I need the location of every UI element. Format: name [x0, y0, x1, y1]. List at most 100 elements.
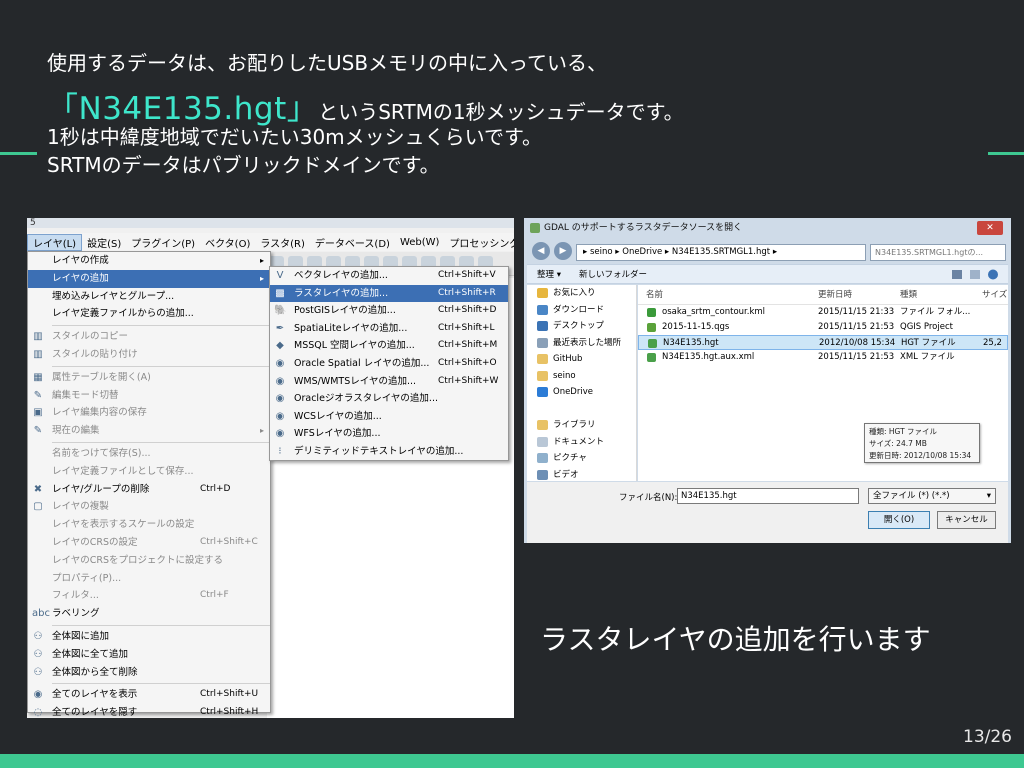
menu-item[interactable]: レイヤの作成 ▸ [28, 252, 270, 270]
menu-item[interactable]: ◉ WMS/WMTSレイヤの追加... Ctrl+Shift+W [270, 373, 508, 391]
nav-item[interactable]: ダウンロード [527, 302, 636, 319]
file-list-header: 名前 更新日時 種類 サイズ [638, 285, 1008, 305]
menu-item[interactable]: レイヤの追加 ▸ [28, 269, 270, 288]
address-row: ◀ ▶ ▸ seino ▸ OneDrive ▸ N34E135.SRTMGL1… [530, 242, 1006, 264]
menu-item[interactable]: 埋め込みレイヤとグループ... [28, 288, 270, 306]
menu-item[interactable]: ◉ Oracle Spatial レイヤの追加... Ctrl+Shift+O [270, 355, 508, 373]
menu-item[interactable]: ◉ 全てのレイヤを表示 Ctrl+Shift+U [28, 686, 270, 704]
menu-item[interactable]: ✎ 現在の編集 ▸ [28, 422, 270, 440]
menu-item[interactable]: ⁝ デリミティッドテキストレイヤの追加... [270, 443, 508, 461]
file-type: HGT ファイル [901, 338, 956, 348]
nav-item[interactable]: ビデオ [527, 467, 636, 484]
nav-item-label: ライブラリ [553, 420, 596, 430]
menu-item[interactable]: ▩ ラスタレイヤの追加... Ctrl+Shift+R [270, 284, 508, 303]
menu-item[interactable]: ▣ レイヤ編集内容の保存 [28, 404, 270, 422]
menu-item[interactable]: ◉ WFSレイヤの追加... [270, 425, 508, 443]
folder-icon [537, 387, 548, 397]
menu-item[interactable]: ◆ MSSQL 空間レイヤの追加... Ctrl+Shift+M [270, 337, 508, 355]
view-options-icon[interactable] [950, 268, 1000, 281]
menu-item[interactable]: abc ラベリング [28, 605, 270, 623]
path-onedrive[interactable]: OneDrive [622, 247, 662, 257]
menu-item[interactable]: ✎ 編集モード切替 [28, 387, 270, 405]
menu-item-label: 名前をつけて保存(S)... [52, 447, 151, 459]
menu-item-label: スタイルのコピー [52, 331, 129, 343]
new-folder-button[interactable]: 新しいフォルダー [579, 268, 647, 280]
menu-item[interactable]: 名前をつけて保存(S)... [28, 445, 270, 463]
menu-item-label: 全体図から全て削除 [52, 666, 138, 678]
menu-item[interactable]: 🐘 PostGISレイヤの追加... Ctrl+Shift+D [270, 302, 508, 320]
column-type[interactable]: 種類 [900, 285, 917, 305]
menu-item[interactable]: フィルタ... Ctrl+F [28, 587, 270, 605]
filename-line: 「N34E135.hgt」というSRTMの1秒メッシュデータです。 [47, 83, 947, 127]
file-row[interactable]: N34E135.hgt 2012/10/08 15:34 HGT ファイル 25,2 [638, 335, 1008, 350]
file-row[interactable]: N34E135.hgt.aux.xml 2015/11/15 21:53 XML フ… [638, 350, 1008, 365]
menu-item[interactable]: レイヤ定義ファイルからの追加... [28, 305, 270, 323]
menubar-item[interactable]: プラグイン(P) [126, 235, 200, 250]
menu-item[interactable]: ✖ レイヤ/グループの削除 Ctrl+D [28, 481, 270, 499]
nav-item[interactable] [527, 401, 636, 418]
menu-item[interactable]: ◉ WCSレイヤの追加... [270, 408, 508, 426]
folder-icon [537, 354, 548, 364]
menubar-item[interactable]: Web(W) [395, 237, 445, 248]
menu-item-label: レイヤ定義ファイルとして保存... [52, 465, 194, 477]
menu-item[interactable]: ◉ Oracleジオラスタレイヤの追加... [270, 390, 508, 408]
menu-item[interactable]: レイヤ定義ファイルとして保存... [28, 463, 270, 481]
menu-item[interactable]: レイヤのCRSの設定 Ctrl+Shift+C [28, 534, 270, 552]
nav-item[interactable]: ライブラリ [527, 417, 636, 434]
menu-item-label: SpatiaLiteレイヤの追加... [294, 322, 408, 334]
menu-item[interactable]: レイヤのCRSをプロジェクトに設定する [28, 552, 270, 570]
menu-item[interactable]: ⚇ 全体図から全て削除 [28, 664, 270, 682]
search-input[interactable]: N34E135.SRTMGL1.hgtの... [870, 244, 1006, 261]
menubar-item[interactable]: ラスタ(R) [255, 235, 310, 250]
menu-item-icon: abc [32, 608, 50, 620]
menu-item[interactable]: ⚇ 全体図に全て追加 [28, 646, 270, 664]
menu-item[interactable]: ▢ レイヤの複製 [28, 498, 270, 516]
nav-item[interactable]: お気に入り [527, 285, 636, 302]
qgis-menubar: レイヤ(L) 設定(S) プラグイン(P) ベクタ(O) ラスタ(R) データベース(D)… [27, 233, 514, 251]
nav-item[interactable]: デスクトップ [527, 318, 636, 335]
menu-item[interactable]: ▥ スタイルの貼り付け [28, 346, 270, 364]
menubar-item[interactable]: 設定(S) [82, 235, 126, 250]
menu-item[interactable]: V ベクタレイヤの追加... Ctrl+Shift+V [270, 267, 508, 285]
path-seino[interactable]: seino [590, 247, 613, 257]
filetype-select[interactable]: 全ファイル (*) (*.*) ▾ [868, 488, 996, 504]
file-row[interactable]: osaka_srtm_contour.kml 2015/11/15 21:33 ファ… [638, 305, 1008, 320]
nav-item[interactable]: seino [527, 368, 636, 385]
menu-item[interactable]: ▥ スタイルのコピー [28, 328, 270, 346]
menu-item[interactable]: ⚇ 全体図に追加 [28, 628, 270, 646]
cancel-button[interactable]: キャンセル [937, 511, 996, 529]
folder-icon [537, 288, 548, 298]
menu-item-label: レイヤのCRSの設定 [52, 536, 138, 548]
open-button[interactable]: 開く(O) [868, 511, 930, 529]
path-folder[interactable]: N34E135.SRTMGL1.hgt [672, 247, 770, 257]
close-button[interactable]: ✕ [977, 221, 1003, 235]
nav-item[interactable]: OneDrive [527, 384, 636, 401]
file-row[interactable]: 2015-11-15.qgs 2015/11/15 21:53 QGIS Proje… [638, 320, 1008, 335]
menu-item[interactable]: ✒ SpatiaLiteレイヤの追加... Ctrl+Shift+L [270, 320, 508, 338]
menubar-item[interactable]: データベース(D) [310, 235, 395, 250]
column-date[interactable]: 更新日時 [818, 285, 852, 305]
menu-item[interactable]: ▦ 属性テーブルを開く(A) [28, 369, 270, 387]
column-size[interactable]: サイズ [982, 285, 1007, 305]
nav-item[interactable]: GitHub [527, 351, 636, 368]
menu-item-icon: ⚇ [33, 666, 43, 678]
forward-arrow-icon[interactable]: ▶ [554, 242, 572, 260]
file-icon [647, 353, 656, 362]
file-type: XML ファイル [900, 352, 955, 362]
menubar-item[interactable]: レイヤ(L) [27, 233, 83, 251]
nav-item[interactable]: ピクチャ [527, 450, 636, 467]
address-bar[interactable]: ▸ seino ▸ OneDrive ▸ N34E135.SRTMGL1.hgt… [576, 244, 866, 261]
back-arrow-icon[interactable]: ◀ [532, 242, 550, 260]
menu-item-shortcut: Ctrl+Shift+L [438, 322, 495, 333]
menu-item-icon [32, 273, 44, 285]
organize-button[interactable]: 整理 ▾ [537, 268, 561, 280]
menubar-item[interactable]: ベクタ(O) [200, 235, 255, 250]
nav-item[interactable]: ドキュメント [527, 434, 636, 451]
menubar-item[interactable]: プロセッシング(C) [444, 235, 514, 250]
menu-item[interactable]: レイヤを表示するスケールの設定 [28, 516, 270, 534]
menu-item[interactable]: ◌ 全てのレイヤを隠す Ctrl+Shift+H [28, 704, 270, 718]
filename-input[interactable]: N34E135.hgt [677, 488, 859, 504]
nav-item[interactable]: 最近表示した場所 [527, 335, 636, 352]
column-name[interactable]: 名前 [646, 285, 663, 305]
menu-item[interactable]: プロパティ(P)... [28, 570, 270, 588]
